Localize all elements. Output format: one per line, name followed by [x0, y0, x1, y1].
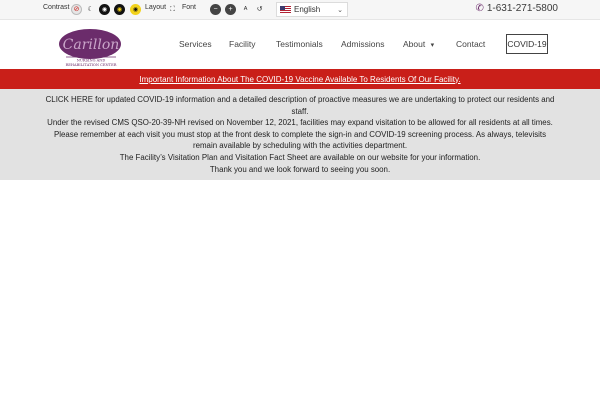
nav-services[interactable]: Services — [179, 39, 212, 49]
chevron-down-icon: ⌄ — [337, 7, 343, 14]
logo-tagline-2: REHABILITATION CENTER — [66, 63, 117, 67]
expand-icon[interactable]: ⛶ — [167, 4, 178, 15]
covid-notice: CLICK HERE for updated COVID-19 informat… — [0, 89, 600, 180]
font-larger-icon[interactable]: + — [225, 4, 236, 15]
accessibility-toolbar: Contrast ⊘ ☾ ◉ ◉ ◉ Layout ⛶ Font − + ᴬ ↺… — [0, 0, 600, 20]
eye-yellow-icon[interactable]: ◉ — [130, 4, 141, 15]
nav-covid-button[interactable]: COVID-19 — [506, 34, 548, 54]
notice-visitation-text: Under the revised CMS QSO-20-39-NH revis… — [47, 118, 553, 151]
eye-dark-icon[interactable]: ◉ — [99, 4, 110, 15]
nav-admissions[interactable]: Admissions — [341, 39, 384, 49]
eye-contrast-icon[interactable]: ◉ — [114, 4, 125, 15]
font-smaller-icon[interactable]: − — [210, 4, 221, 15]
contrast-reset-icon[interactable]: ⊘ — [71, 4, 82, 15]
phone-number: 1-631-271-5800 — [486, 3, 558, 14]
layout-label: Layout — [145, 4, 167, 11]
font-label: Font — [182, 4, 197, 11]
nav-testimonials[interactable]: Testimonials — [276, 39, 323, 49]
nav-contact[interactable]: Contact — [456, 39, 485, 49]
phone-link[interactable]: ✆ 1-631-271-5800 — [475, 3, 558, 14]
notice-covid-update-link[interactable]: CLICK HERE for updated COVID-19 informat… — [44, 94, 556, 117]
chevron-down-icon: ▾ — [430, 42, 435, 49]
nav-about-label: About — [403, 39, 426, 49]
moon-icon[interactable]: ☾ — [85, 4, 96, 15]
logo-tagline-1: NURSING AND — [77, 59, 106, 63]
vaccine-info-link[interactable]: Important Information About The COVID-19… — [139, 75, 460, 84]
site-header: Carillon NURSING AND REHABILITATION CENT… — [0, 20, 600, 68]
language-select[interactable]: English ⌄ — [276, 2, 348, 17]
undo-icon[interactable]: ↺ — [254, 4, 265, 15]
site-logo[interactable]: Carillon NURSING AND REHABILITATION CENT… — [58, 28, 123, 68]
notice-visitation-plan: The Facility’s Visitation Plan and Visit… — [119, 152, 481, 162]
notice-thank-you: Thank you and we look forward to seeing … — [209, 164, 391, 174]
text-size-icon[interactable]: ᴬ — [240, 4, 251, 15]
nav-facility[interactable]: Facility — [229, 39, 255, 49]
alert-banner: Important Information About The COVID-19… — [0, 69, 600, 89]
phone-icon: ✆ — [475, 3, 484, 14]
contrast-label: Contrast — [43, 4, 70, 11]
language-value: English — [294, 5, 321, 14]
nav-about[interactable]: About ▾ — [403, 39, 434, 49]
us-flag-icon — [280, 5, 291, 14]
logo-wordmark: Carillon — [63, 37, 120, 53]
